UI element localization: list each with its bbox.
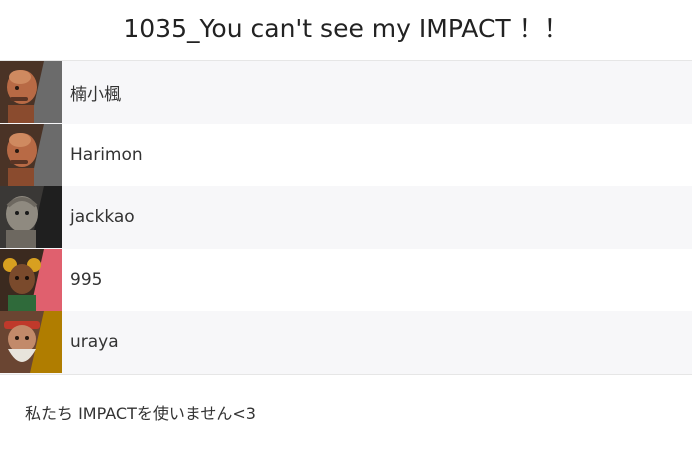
member-row[interactable]: Harimon xyxy=(0,123,692,186)
team-panel: 1035_You can't see my IMPACT ！！ 楠小楓 Hari… xyxy=(0,0,692,449)
member-name[interactable]: 楠小楓 xyxy=(70,80,121,105)
team-title: 1035_You can't see my IMPACT ！！ xyxy=(0,0,692,61)
member-avatar[interactable] xyxy=(0,61,62,124)
member-avatar[interactable] xyxy=(0,311,62,374)
stone-fighter-portrait-icon xyxy=(0,186,62,249)
member-name[interactable]: jackkao xyxy=(70,207,135,227)
member-row[interactable]: jackkao xyxy=(0,186,692,249)
member-avatar[interactable] xyxy=(0,248,62,311)
member-avatar[interactable] xyxy=(0,123,62,186)
member-avatar[interactable] xyxy=(0,186,62,249)
bald-fighter-portrait-icon xyxy=(0,61,62,124)
bald-fighter-portrait-icon xyxy=(0,123,62,186)
braided-fighter-portrait-icon xyxy=(0,248,62,311)
member-row[interactable]: 995 xyxy=(0,248,692,311)
old-master-portrait-icon xyxy=(0,311,62,374)
member-row[interactable]: uraya xyxy=(0,311,692,374)
team-motto: 私たち IMPACTを使いません<3 xyxy=(0,373,692,449)
member-name[interactable]: Harimon xyxy=(70,145,143,165)
member-list: 楠小楓 Harimon jackkao 995 uraya xyxy=(0,61,692,374)
member-row[interactable]: 楠小楓 xyxy=(0,61,692,124)
member-name[interactable]: 995 xyxy=(70,270,102,290)
member-name[interactable]: uraya xyxy=(70,332,119,352)
